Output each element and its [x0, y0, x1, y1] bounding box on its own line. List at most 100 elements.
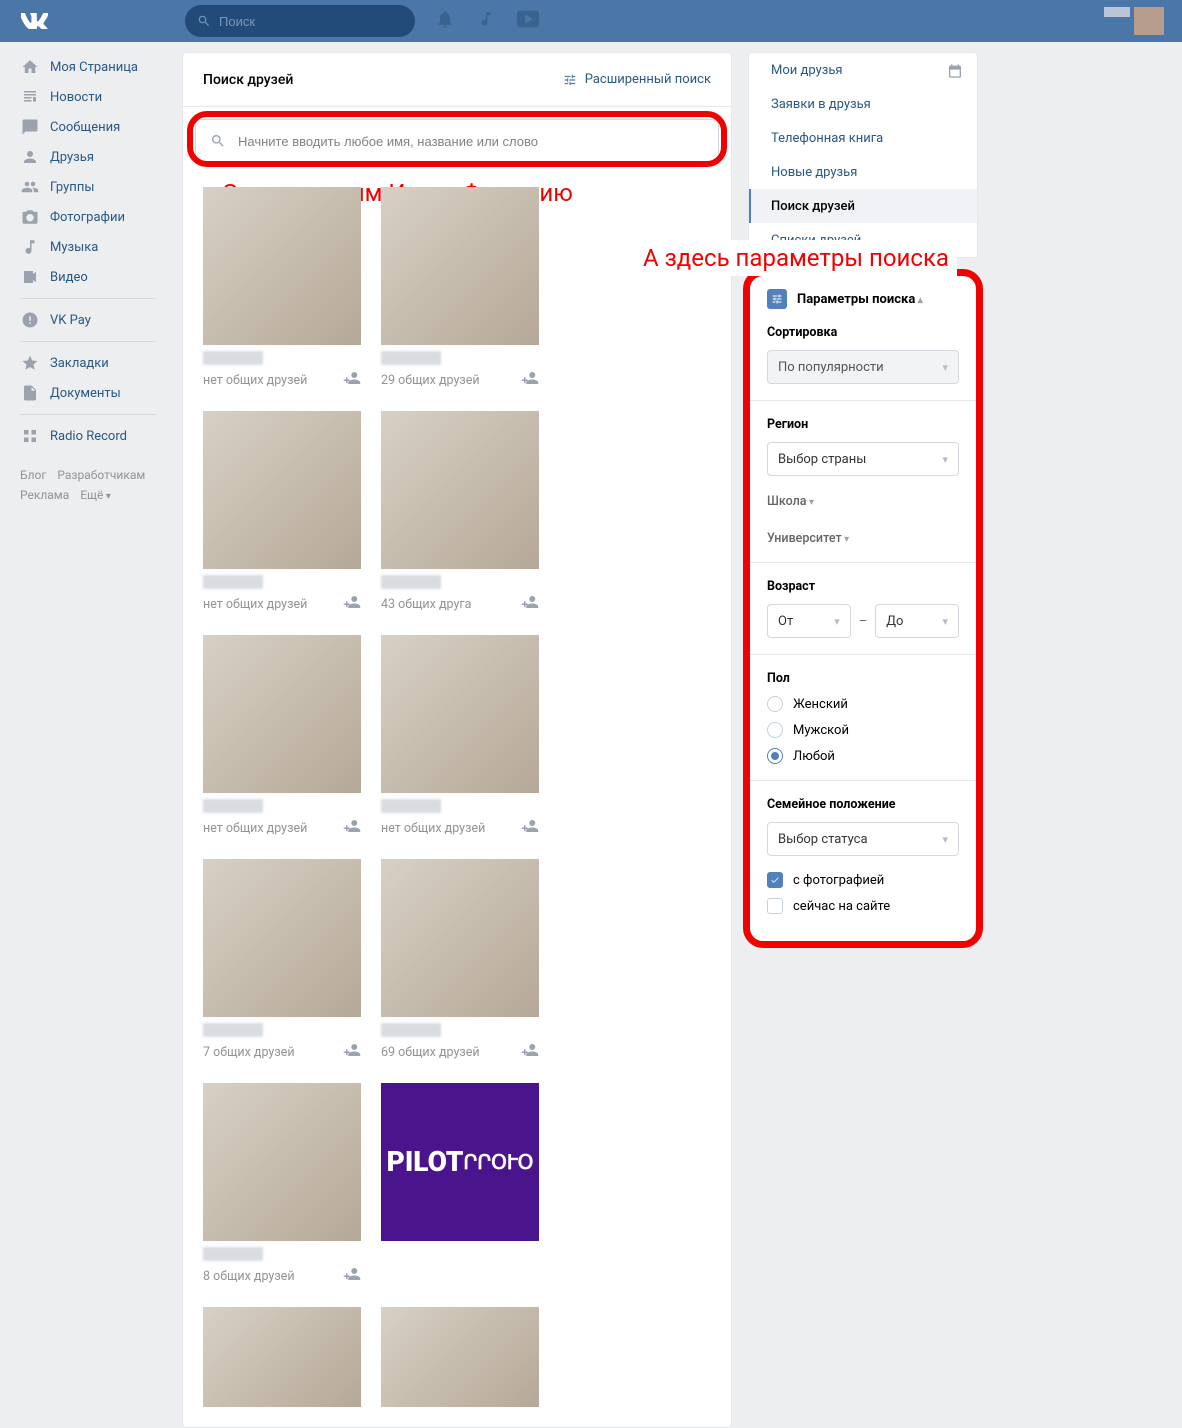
music-icon [20, 237, 40, 257]
university-expand[interactable]: Университет [767, 531, 959, 546]
friend-icon [20, 147, 40, 167]
region-select[interactable]: Выбор страны▾ [767, 442, 959, 476]
result-photo[interactable] [203, 1307, 361, 1407]
sex-radio-0[interactable]: Женский [767, 696, 959, 712]
right-tabs-card: Мои друзьяЗаявки в друзьяТелефонная книг… [748, 52, 978, 258]
mutual-friends-text: нет общих друзей [203, 597, 307, 612]
add-friend-icon[interactable] [521, 593, 539, 615]
nav-item-video[interactable]: Видео [14, 262, 162, 292]
add-friend-icon[interactable] [521, 817, 539, 839]
right-tab-5[interactable]: Списки друзей [749, 223, 977, 257]
result-cell[interactable]: нет общих друзей [203, 187, 361, 391]
age-from-select[interactable]: От▾ [767, 604, 851, 638]
nav-item-doc[interactable]: Документы [14, 378, 162, 408]
sort-select[interactable]: По популярности▾ [767, 350, 959, 384]
header-search[interactable] [185, 5, 415, 37]
nav-item-star[interactable]: Закладки [14, 348, 162, 378]
mutual-friends-text: 43 общих друга [381, 597, 471, 612]
calendar-icon[interactable] [947, 63, 963, 83]
result-name-blur [203, 351, 263, 365]
nav-item-groups[interactable]: Группы [14, 172, 162, 202]
right-tab-3[interactable]: Новые друзья [749, 155, 977, 189]
friends-search-input[interactable] [238, 134, 704, 149]
nav-item-pay[interactable]: VK Pay [14, 305, 162, 335]
online-now-checkbox[interactable]: сейчас на сайте [767, 898, 959, 914]
footer-blog[interactable]: Блог [20, 468, 46, 482]
add-friend-icon[interactable] [343, 1041, 361, 1063]
nav-item-msg[interactable]: Сообщения [14, 112, 162, 142]
header-search-input[interactable] [219, 14, 403, 29]
add-friend-icon[interactable] [343, 593, 361, 615]
left-nav: Моя СтраницаНовостиСообщенияДрузьяГруппы… [0, 52, 168, 1428]
result-photo[interactable] [203, 411, 361, 569]
sex-label: Пол [767, 671, 959, 686]
search-icon [210, 133, 226, 149]
result-cell[interactable]: 69 общих друзей [381, 859, 539, 1063]
sliders-icon [767, 289, 787, 309]
footer-dev[interactable]: Разработчикам [57, 468, 145, 482]
region-label: Регион [767, 417, 959, 432]
result-cell[interactable]: 29 общих друзей [381, 187, 539, 391]
results-grid: нет общих друзей29 общих друзейнет общих… [183, 179, 731, 1427]
add-friend-icon[interactable] [343, 369, 361, 391]
result-cell[interactable]: нет общих друзей [381, 635, 539, 839]
friends-search-input-wrap[interactable] [195, 119, 719, 163]
result-photo[interactable] [381, 859, 539, 1017]
right-tab-0[interactable]: Мои друзья [749, 53, 977, 87]
add-friend-icon[interactable] [521, 1041, 539, 1063]
age-to-select[interactable]: До▾ [875, 604, 959, 638]
add-friend-icon[interactable] [343, 817, 361, 839]
right-tab-2[interactable]: Телефонная книга [749, 121, 977, 155]
result-name-blur [203, 1247, 263, 1261]
nav-item-friend[interactable]: Друзья [14, 142, 162, 172]
sex-radio-1[interactable]: Мужской [767, 722, 959, 738]
right-tab-4[interactable]: Поиск друзей [749, 189, 977, 223]
result-cell[interactable]: 43 общих друга [381, 411, 539, 615]
footer-ads[interactable]: Реклама [20, 488, 69, 502]
header-icons [435, 9, 539, 33]
result-photo[interactable] [203, 1083, 361, 1241]
add-friend-icon[interactable] [343, 1265, 361, 1287]
news-icon [20, 87, 40, 107]
marital-select[interactable]: Выбор статуса▾ [767, 822, 959, 856]
result-cell[interactable] [381, 1307, 539, 1407]
search-params-card: Параметры поиска Сортировка По популярно… [748, 274, 978, 943]
result-photo[interactable] [203, 859, 361, 1017]
result-photo[interactable]: PILOTՐՐՕՒՕ [381, 1083, 539, 1241]
add-friend-icon[interactable] [521, 369, 539, 391]
result-cell[interactable]: 7 общих друзей [203, 859, 361, 1063]
music-icon[interactable] [477, 10, 495, 32]
groups-icon [20, 177, 40, 197]
result-photo[interactable] [381, 187, 539, 345]
nav-item-home[interactable]: Моя Страница [14, 52, 162, 82]
result-photo[interactable] [203, 635, 361, 793]
params-header[interactable]: Параметры поиска [767, 289, 959, 309]
result-cell[interactable]: нет общих друзей [203, 411, 361, 615]
result-photo[interactable] [381, 411, 539, 569]
notifications-icon[interactable] [435, 9, 455, 33]
result-photo[interactable] [381, 635, 539, 793]
nav-item-music[interactable]: Музыка [14, 232, 162, 262]
nav-item-app[interactable]: Radio Record [14, 421, 162, 451]
right-tab-1[interactable]: Заявки в друзья [749, 87, 977, 121]
result-photo[interactable] [381, 1307, 539, 1407]
mutual-friends-text: 7 общих друзей [203, 1045, 295, 1060]
result-cell[interactable]: PILOTՐՐՕՒՕ [381, 1083, 539, 1287]
result-cell[interactable] [203, 1307, 361, 1407]
msg-icon [20, 117, 40, 137]
video-play-icon[interactable] [517, 10, 539, 32]
result-photo[interactable] [203, 187, 361, 345]
with-photo-checkbox[interactable]: с фотографией [767, 872, 959, 888]
sex-radio-2[interactable]: Любой [767, 748, 959, 764]
result-cell[interactable]: 8 общих друзей [203, 1083, 361, 1287]
result-name-blur [381, 575, 441, 589]
footer-more[interactable]: Ещё [80, 488, 111, 502]
result-cell[interactable]: нет общих друзей [203, 635, 361, 839]
profile-avatar[interactable] [1104, 7, 1164, 35]
school-expand[interactable]: Школа [767, 494, 959, 509]
right-column: Мои друзьяЗаявки в друзьяТелефонная книг… [748, 52, 978, 1428]
vk-logo[interactable] [15, 0, 55, 42]
nav-item-news[interactable]: Новости [14, 82, 162, 112]
advanced-search-link[interactable]: Расширенный поиск [563, 72, 711, 87]
nav-item-photo[interactable]: Фотографии [14, 202, 162, 232]
